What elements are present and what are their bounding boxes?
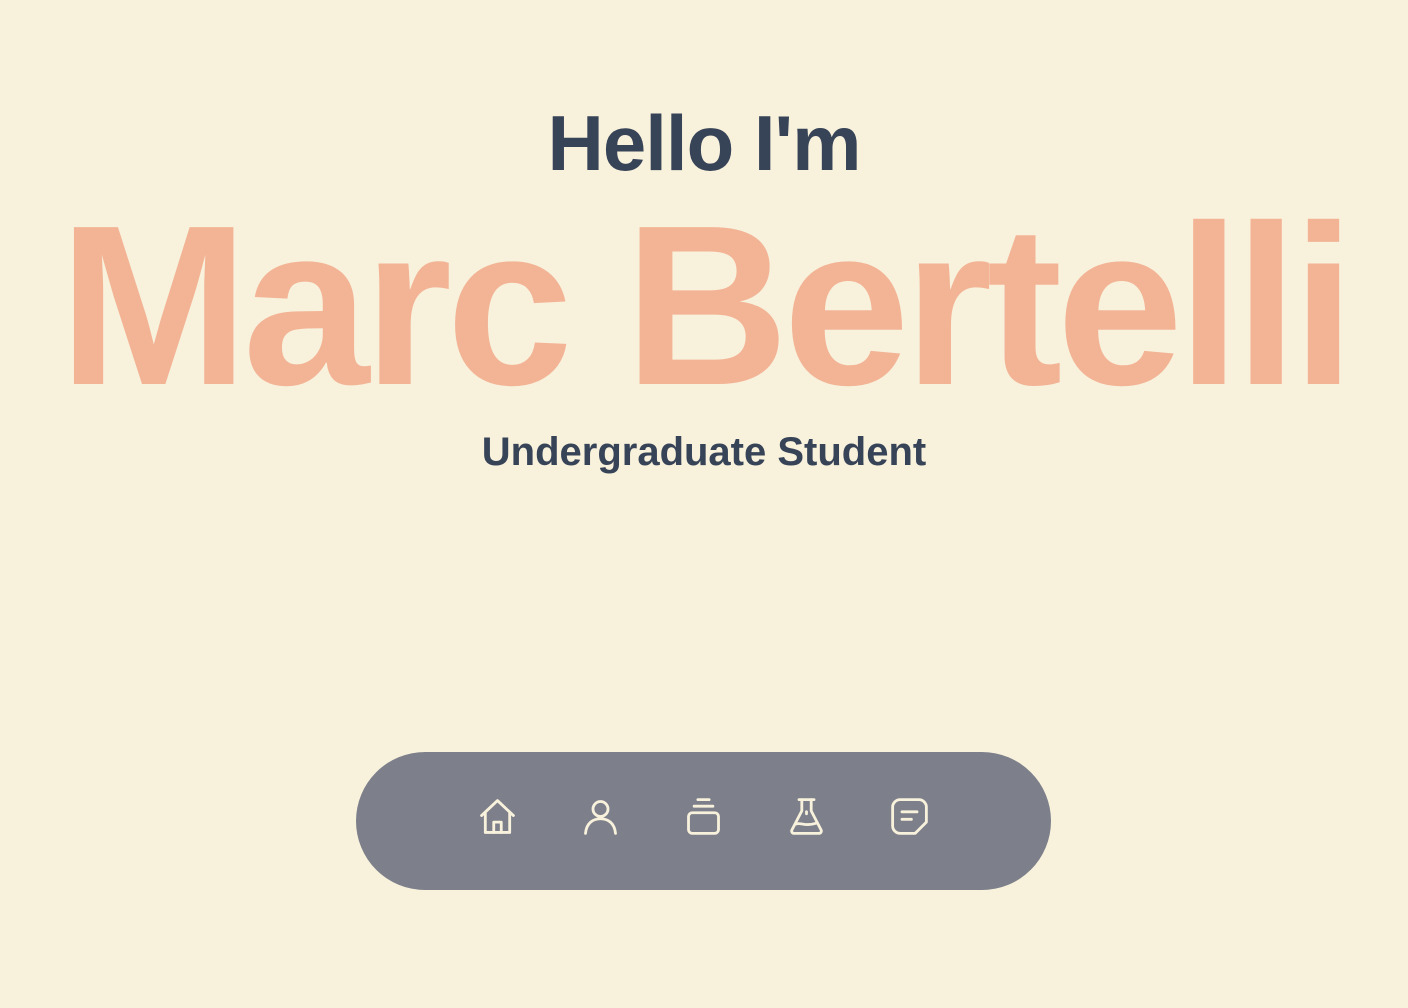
nav-home-button[interactable] xyxy=(475,794,520,839)
nav-contact-button[interactable] xyxy=(887,794,932,839)
hero-name: Marc Bertelli xyxy=(58,179,1356,433)
nav-about-button[interactable] xyxy=(578,794,623,839)
stack-icon xyxy=(687,797,720,835)
nav-projects-button[interactable] xyxy=(681,794,726,839)
role-subtitle: Undergraduate Student xyxy=(481,430,927,474)
message-icon xyxy=(891,797,928,835)
nav-lab-button[interactable] xyxy=(784,794,829,839)
greeting-heading: Hello I'm xyxy=(547,99,862,187)
home-icon xyxy=(480,798,515,834)
flask-icon xyxy=(790,797,823,835)
user-icon xyxy=(584,799,617,835)
page: Hello I'm Marc Bertelli Undergraduate St… xyxy=(0,0,1408,1008)
navigation-dock xyxy=(356,752,1051,890)
